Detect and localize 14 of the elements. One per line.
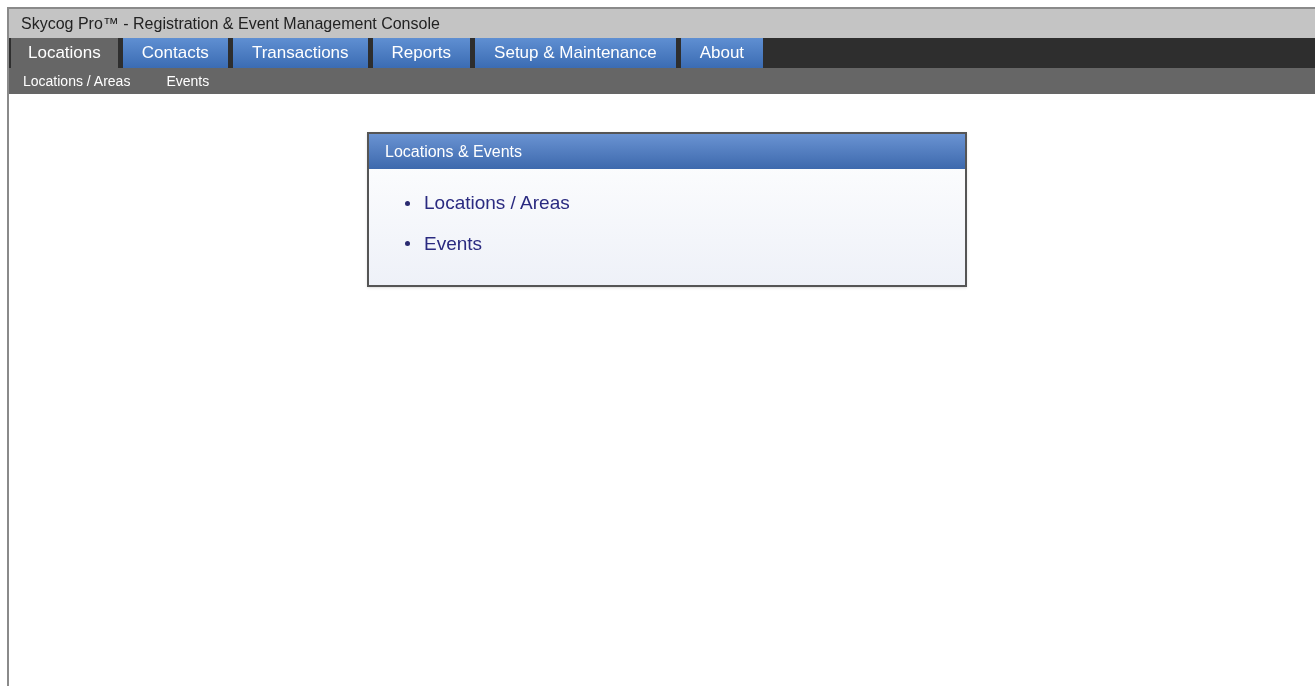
panel-link[interactable]: Events: [424, 229, 483, 258]
nav-tab[interactable]: About: [680, 38, 764, 68]
nav-tab[interactable]: Transactions: [232, 38, 368, 68]
subnav-link[interactable]: Locations / Areas: [23, 70, 131, 92]
nav-tab[interactable]: Contacts: [122, 38, 228, 68]
window-title: Skycog Pro™ - Registration & Event Management Console: [21, 13, 440, 34]
nav-tab[interactable]: Locations: [11, 38, 118, 68]
bullet-icon: [405, 241, 410, 247]
subnav-link[interactable]: Events: [166, 70, 210, 92]
panel-title: Locations & Events: [385, 141, 522, 162]
nav-tab[interactable]: Setup & Maintenance: [475, 38, 676, 68]
panel-link[interactable]: Locations / Areas: [424, 189, 570, 218]
bullet-icon: [405, 200, 410, 206]
nav-tab[interactable]: Reports: [372, 38, 471, 68]
